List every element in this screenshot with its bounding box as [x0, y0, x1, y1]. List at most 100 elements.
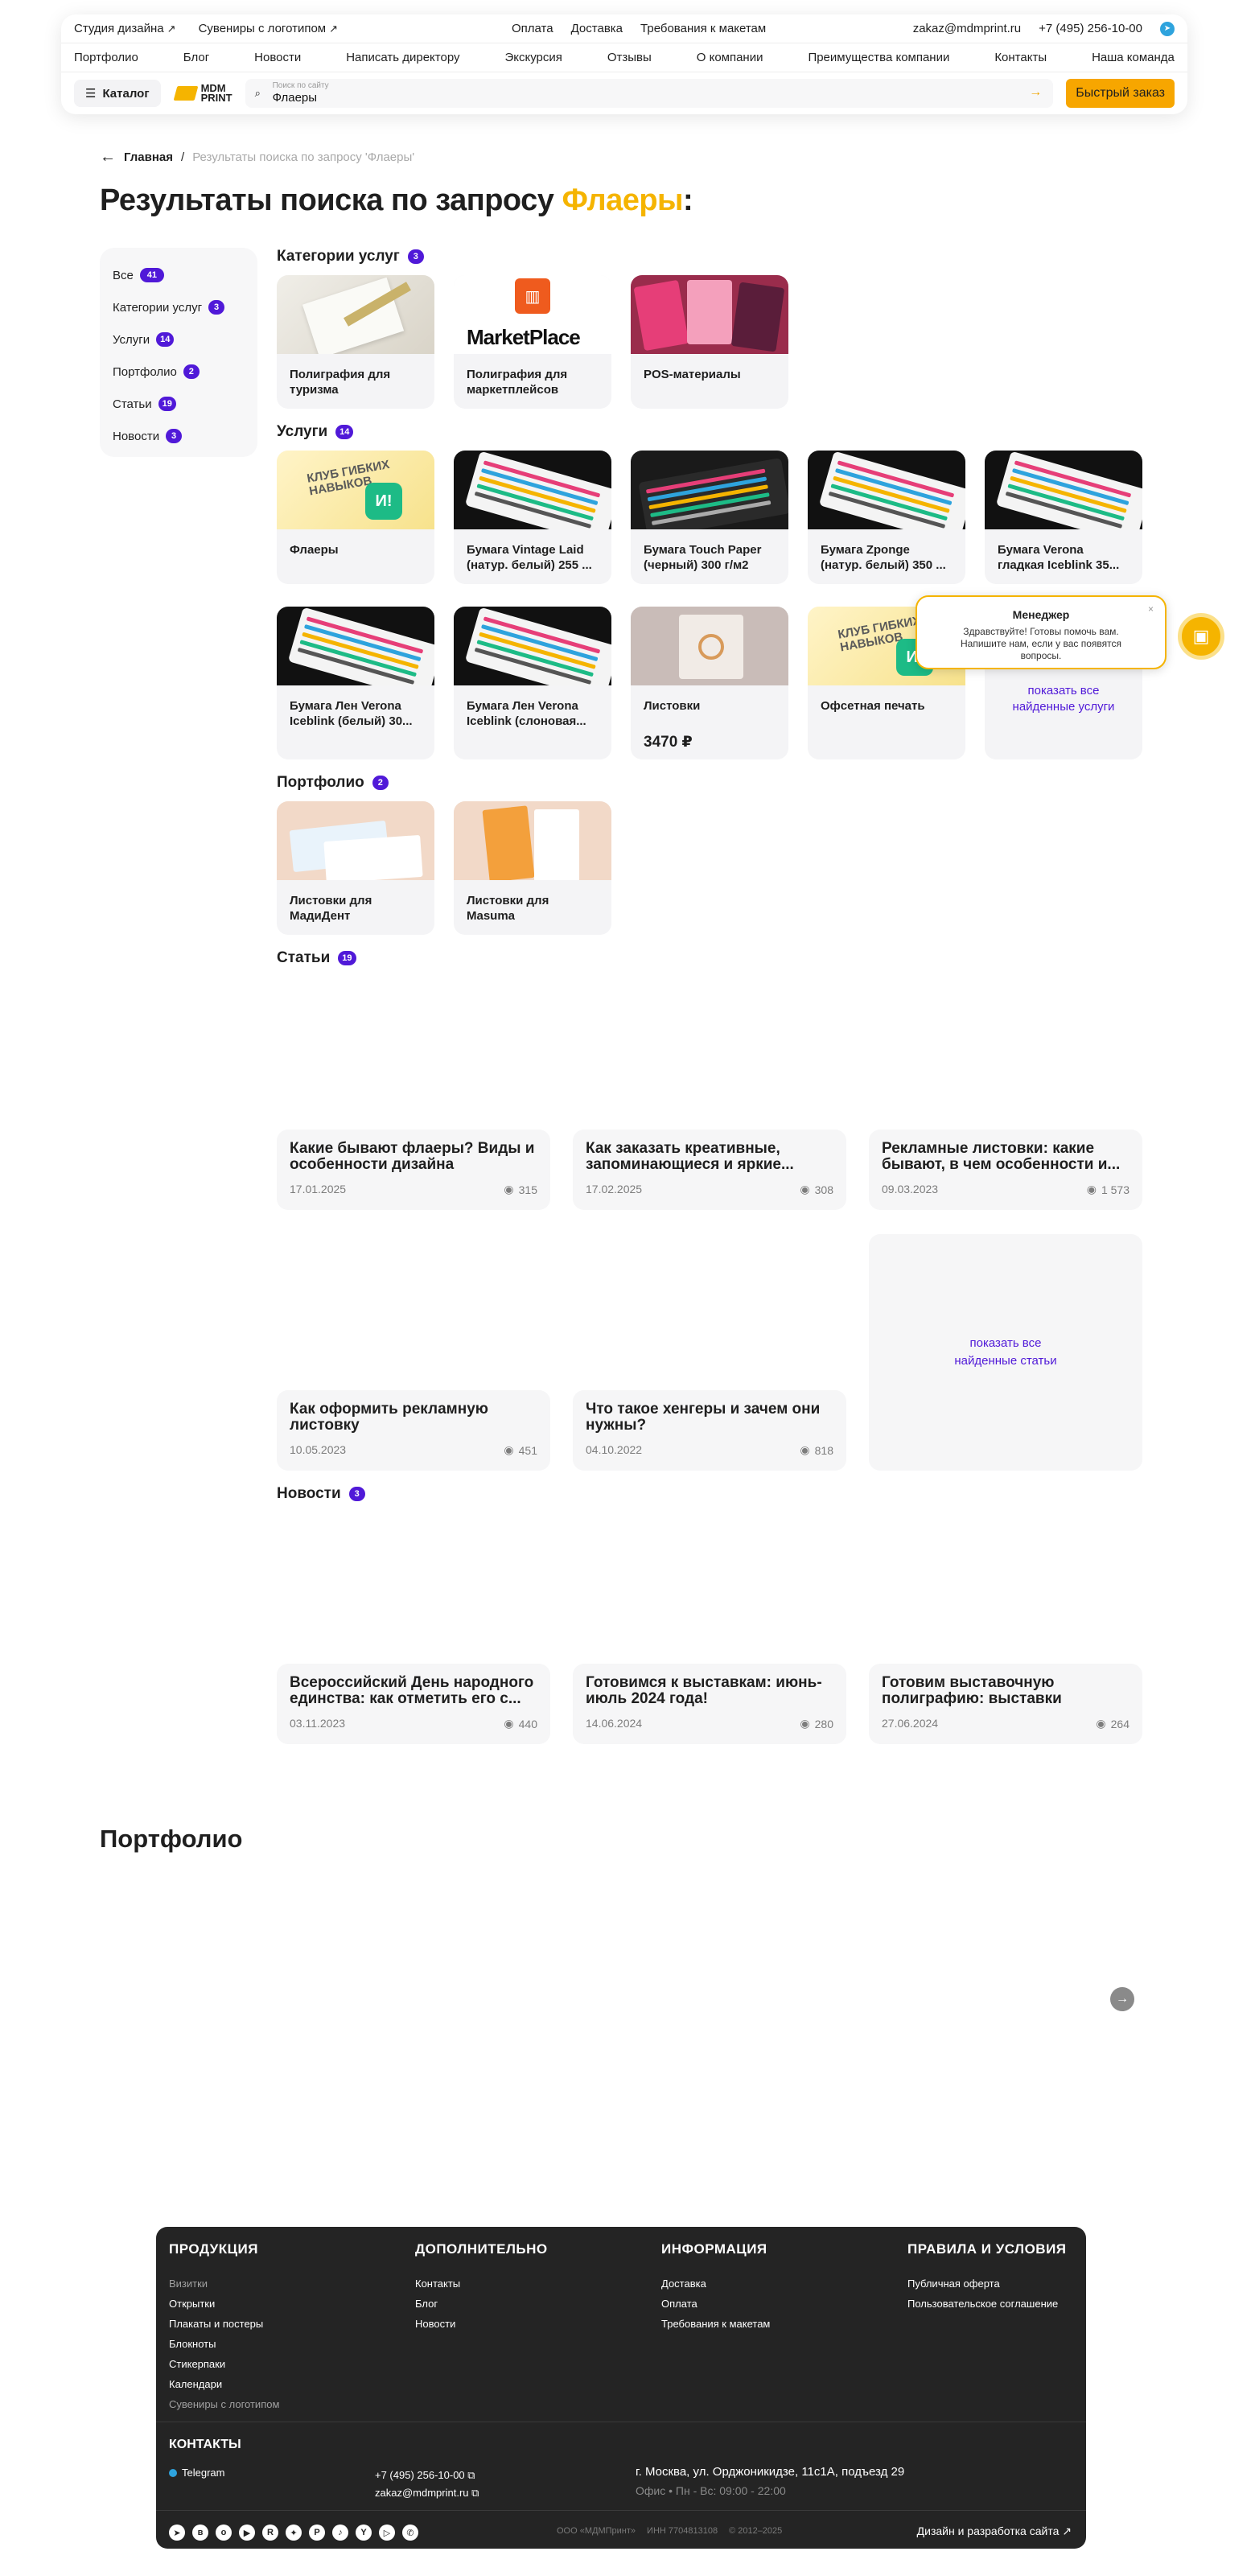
yappy-icon[interactable]: Y: [356, 2525, 372, 2541]
arrow-right-icon[interactable]: →: [1029, 85, 1042, 100]
footer-link[interactable]: Календари: [169, 2374, 279, 2394]
nav-advantages[interactable]: Преимущества компании: [808, 51, 949, 64]
news-card[interactable]: Всероссийский День народного единства: к…: [277, 1664, 550, 1744]
catalog-button[interactable]: ☰ Каталог: [74, 80, 161, 107]
category-image: ▥ MarketPlace: [454, 275, 611, 354]
footer-phone[interactable]: +7 (495) 256-10-00: [375, 2469, 465, 2481]
dzen-icon[interactable]: ✦: [286, 2525, 302, 2541]
article-card[interactable]: Рекламные листовки: какие бывают, в чем …: [869, 1130, 1142, 1210]
telegram-icon[interactable]: ➤: [169, 2525, 185, 2541]
vk-video-icon[interactable]: ▷: [379, 2525, 395, 2541]
filter-services[interactable]: Услуги 14: [113, 323, 245, 356]
footer-link[interactable]: Плакаты и постеры: [169, 2314, 279, 2334]
news-card[interactable]: Готовимся к выставкам: июнь-июль 2024 го…: [573, 1664, 846, 1744]
nav-reviews[interactable]: Отзывы: [607, 51, 652, 64]
copy-icon[interactable]: ⧉: [471, 2487, 479, 2499]
search-field[interactable]: ⌕ Поиск по сайту Флаеры →: [245, 79, 1054, 108]
category-card-marketplace[interactable]: ▥ MarketPlace Полиграфия для маркетплейс…: [454, 275, 611, 409]
filter-portfolio[interactable]: Портфолио 2: [113, 356, 245, 388]
show-all-articles-button[interactable]: показать все найденные статьи: [869, 1234, 1142, 1471]
nav-write-director[interactable]: Написать директору: [346, 51, 459, 64]
service-card-verona-smooth[interactable]: Бумага Verona гладкая Iceblink 35...: [985, 451, 1142, 584]
footer-link[interactable]: Стикерпаки: [169, 2354, 279, 2374]
requirements-link[interactable]: Требования к макетам: [640, 22, 766, 35]
count-badge: 14: [156, 332, 175, 347]
whatsapp-icon[interactable]: ✆: [402, 2525, 418, 2541]
footer-link[interactable]: Оплата: [661, 2294, 770, 2314]
footer-link[interactable]: Новости: [415, 2314, 548, 2334]
category-card-tourism[interactable]: Полиграфия для туризма: [277, 275, 434, 409]
article-card[interactable]: Как оформить рекламную листовку 10.05.20…: [277, 1390, 550, 1471]
service-card-zponge[interactable]: Бумага Zponge (натур. белый) 350 ...: [808, 451, 965, 584]
filter-categories[interactable]: Категории услуг 3: [113, 291, 245, 323]
article-card[interactable]: Что такое хенгеры и зачем они нужны? 04.…: [573, 1390, 846, 1471]
arrow-right-icon[interactable]: →: [1110, 1987, 1134, 2011]
filter-articles[interactable]: Статьи 19: [113, 388, 245, 420]
footer-link[interactable]: Блокноты: [169, 2334, 279, 2354]
developer-link[interactable]: Дизайн и разработка сайта ↗: [917, 2525, 1072, 2538]
header-email-link[interactable]: zakaz@mdmprint.ru: [913, 22, 1021, 35]
footer-link[interactable]: Доставка: [661, 2274, 770, 2294]
header-phone-link[interactable]: +7 (495) 256-10-00: [1039, 22, 1142, 35]
ok-icon[interactable]: о: [216, 2525, 232, 2541]
service-card-leaflets[interactable]: Листовки 3470 ₽: [631, 607, 788, 759]
footer-link[interactable]: Визитки: [169, 2274, 279, 2294]
design-studio-link[interactable]: Студия дизайна ↗: [74, 22, 176, 35]
nav-contacts[interactable]: Контакты: [994, 51, 1047, 64]
copy-icon[interactable]: ⧉: [467, 2469, 475, 2481]
rutube-icon[interactable]: R: [262, 2525, 278, 2541]
footer-col-info: ИНФОРМАЦИЯ Доставка Оплата Требования к …: [661, 2241, 770, 2334]
count-badge: 2: [372, 776, 389, 790]
footer-link[interactable]: Публичная оферта: [907, 2274, 1067, 2294]
payment-link[interactable]: Оплата: [512, 22, 553, 35]
telegram-label: Telegram: [182, 2467, 225, 2479]
portfolio-card-masuma[interactable]: Листовки для Masuma: [454, 801, 611, 935]
services-section-title: Услуги 14: [277, 423, 354, 441]
article-card[interactable]: Как заказать креативные, запоминающиеся …: [573, 1130, 846, 1210]
category-image: [277, 275, 434, 354]
footer-email[interactable]: zakaz@mdmprint.ru: [375, 2487, 469, 2499]
service-card-vintage-laid[interactable]: Бумага Vintage Laid (натур. белый) 255 .…: [454, 451, 611, 584]
footer-link[interactable]: Открытки: [169, 2294, 279, 2314]
service-card-verona-linen-ivory[interactable]: Бумага Лен Verona Iceblink (слоновая...: [454, 607, 611, 759]
footer-link[interactable]: Требования к макетам: [661, 2314, 770, 2334]
news-card[interactable]: Готовим выставочную полиграфию: выставки…: [869, 1664, 1142, 1744]
badge-text: И!: [365, 483, 402, 520]
service-card-touch-paper[interactable]: Бумага Touch Paper (черный) 300 г/м2: [631, 451, 788, 584]
service-card-verona-linen-white[interactable]: Бумага Лен Verona Iceblink (белый) 30...: [277, 607, 434, 759]
service-card-flyers[interactable]: КЛУБ ГИБКИХ НАВЫКОВ И! Флаеры: [277, 451, 434, 584]
filter-all[interactable]: Все 41: [113, 259, 245, 291]
close-icon[interactable]: ×: [1148, 603, 1154, 615]
footer-link[interactable]: Контакты: [415, 2274, 548, 2294]
footer-telegram-link[interactable]: Telegram: [169, 2467, 224, 2479]
portfolio-card-madident[interactable]: Листовки для МадиДент: [277, 801, 434, 935]
footer-link[interactable]: Сувениры с логотипом: [169, 2394, 279, 2414]
delivery-link[interactable]: Доставка: [571, 22, 623, 35]
vk-icon[interactable]: в: [192, 2525, 208, 2541]
chat-icon[interactable]: ▣: [1178, 613, 1224, 660]
footer-link[interactable]: Блог: [415, 2294, 548, 2314]
souvenirs-link[interactable]: Сувениры с логотипом ↗: [199, 22, 338, 35]
nav-team[interactable]: Наша команда: [1092, 51, 1175, 64]
pinterest-icon[interactable]: P: [309, 2525, 325, 2541]
nav-about[interactable]: О компании: [697, 51, 763, 64]
youtube-icon[interactable]: ▶: [239, 2525, 255, 2541]
arrow-left-icon[interactable]: ←: [100, 148, 116, 167]
breadcrumb-home[interactable]: Главная: [124, 150, 173, 164]
article-card[interactable]: Какие бывают флаеры? Виды и особенности …: [277, 1130, 550, 1210]
quick-order-button[interactable]: Быстрый заказ: [1066, 79, 1175, 108]
nav-excursion[interactable]: Экскурсия: [504, 51, 562, 64]
site-logo[interactable]: MDM PRINT: [173, 83, 232, 103]
filter-label: Портфолио: [113, 364, 177, 379]
filter-news[interactable]: Новости 3: [113, 420, 245, 452]
footer-link[interactable]: Пользовательское соглашение: [907, 2294, 1067, 2314]
nav-portfolio[interactable]: Портфолио: [74, 51, 138, 64]
nav-news[interactable]: Новости: [254, 51, 301, 64]
nav-blog[interactable]: Блог: [183, 51, 209, 64]
category-card-pos[interactable]: POS-материалы: [631, 275, 788, 409]
search-input[interactable]: Флаеры: [273, 91, 317, 105]
telegram-icon[interactable]: ➤: [1160, 21, 1175, 36]
eye-icon: ◉: [504, 1443, 514, 1456]
breadcrumb-separator: /: [181, 150, 185, 164]
tiktok-icon[interactable]: ♪: [332, 2525, 348, 2541]
